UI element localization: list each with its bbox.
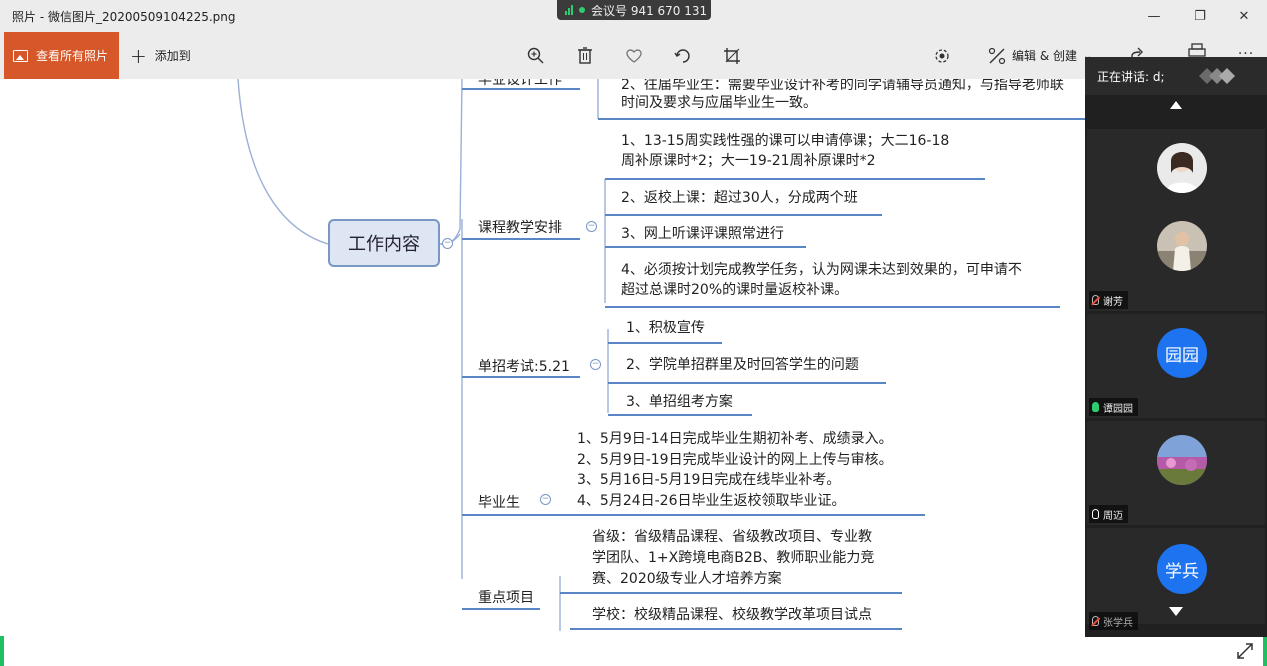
leaf-grad-4[interactable]: 4、5月24日-26日毕业生返校领取毕业证。 — [577, 492, 846, 510]
fullscreen-expand-button[interactable] — [1234, 640, 1256, 662]
branch-graduates[interactable]: 毕业生 — [478, 492, 520, 512]
avatar — [1157, 221, 1207, 271]
enhance-button[interactable] — [930, 44, 954, 68]
signal-icon — [565, 5, 573, 15]
branch-course-teaching[interactable]: 课程教学安排 — [478, 217, 562, 237]
restore-icon: ❐ — [1194, 8, 1206, 24]
speaking-indicator: 正在讲话: d; — [1085, 57, 1267, 95]
restore-button[interactable]: ❐ — [1177, 0, 1223, 32]
participant-label: 周迈 — [1089, 505, 1128, 523]
microphone-icon — [1092, 509, 1099, 519]
meeting-id-bar[interactable]: 会议号 941 670 131 — [557, 0, 711, 20]
collapse-course-icon[interactable]: − — [586, 221, 597, 232]
zoom-in-icon — [527, 47, 544, 64]
participant-tile[interactable]: 谢芳 — [1087, 207, 1265, 311]
minimize-button[interactable]: — — [1131, 0, 1177, 32]
edit-icon — [988, 47, 1006, 64]
delete-icon — [578, 47, 592, 64]
leaf-exam-3[interactable]: 3、单招组考方案 — [626, 393, 733, 411]
participant-name: 周迈 — [1103, 510, 1123, 522]
recording-dot-icon — [579, 7, 585, 13]
minimize-icon: — — [1147, 8, 1161, 24]
leaf-proj-1a[interactable]: 省级：省级精品课程、省级教改项目、专业教 — [592, 528, 872, 546]
leaf-proj-1c[interactable]: 赛、2020级专业人才培养方案 — [592, 570, 782, 588]
leaf-course-4a[interactable]: 4、必须按计划完成教学任务，认为网课未达到效果的，可申请不 — [621, 261, 1022, 279]
add-to-button[interactable]: + 添加到 — [130, 32, 191, 79]
avatar — [1157, 143, 1207, 193]
edit-create-button[interactable]: 编辑 & 创建 ⌄ — [988, 32, 1092, 79]
branch-graduation-design[interactable]: 毕业设计工作 — [478, 79, 562, 89]
add-to-label: 添加到 — [154, 49, 191, 63]
expand-icon — [1237, 643, 1253, 659]
leaf-top-1[interactable]: 2、往届毕业生：需要毕业设计补考的同学请辅导员通知，与指导老师联 — [621, 79, 1064, 94]
leaf-course-1b[interactable]: 周补原课时*2；大一19-21周补原课时*2 — [621, 152, 876, 170]
leaf-top-2[interactable]: 时间及要求与应届毕业生一致。 — [621, 94, 817, 112]
leaf-course-1a[interactable]: 1、13-15周实践性强的课可以申请停课；大二16-18 — [621, 132, 949, 150]
crop-icon — [724, 48, 740, 64]
zoom-in-button[interactable] — [524, 44, 548, 68]
scroll-down-button[interactable] — [1085, 597, 1267, 625]
print-icon — [1188, 43, 1206, 57]
view-all-photos-label: 查看所有照片 — [36, 49, 109, 63]
rotate-icon — [674, 49, 690, 63]
collapse-exam-icon[interactable]: − — [590, 359, 601, 370]
participant-label: 谢芳 — [1089, 291, 1128, 309]
share-border-right — [1263, 636, 1267, 666]
avatar: 学兵 — [1157, 544, 1207, 594]
participant-label: 谭园园 — [1089, 398, 1138, 416]
branch-key-projects[interactable]: 重点项目 — [478, 587, 534, 607]
speaker-waves-icon — [1199, 68, 1235, 84]
meeting-participants-panel: 正在讲话: d; 张兰 谢芳 园园 谭园园 — [1085, 57, 1267, 637]
leaf-proj-1b[interactable]: 学团队、1+X跨境电商B2B、教师职业能力竞 — [592, 549, 874, 567]
collapse-central-icon[interactable]: − — [442, 238, 453, 249]
leaf-grad-3[interactable]: 3、5月16日-5月19日完成在线毕业补考。 — [577, 471, 840, 489]
leaf-course-2[interactable]: 2、返校上课：超过30人，分成两个班 — [621, 189, 858, 207]
close-icon: ✕ — [1238, 8, 1250, 24]
avatar: 园园 — [1157, 328, 1207, 378]
leaf-course-3[interactable]: 3、网上听课评课照常进行 — [621, 225, 784, 243]
scroll-up-icon[interactable] — [1170, 101, 1182, 109]
share-border-left — [0, 636, 4, 666]
title-bar: 照片 - 微信图片_20200509104225.png 会议号 941 670… — [0, 0, 1267, 32]
enhance-icon — [935, 49, 949, 63]
branch-single-exam[interactable]: 单招考试:5.21 — [478, 356, 570, 376]
microphone-muted-icon — [1092, 295, 1099, 305]
heart-icon — [626, 49, 642, 63]
participant-name: 谭园园 — [1103, 403, 1133, 415]
leaf-proj-2[interactable]: 学校：校级精品课程、校级教学改革项目试点 — [592, 606, 872, 624]
speaking-text: 正在讲话: d; — [1097, 70, 1165, 84]
plus-icon: + — [130, 43, 147, 68]
edit-create-label: 编辑 & 创建 — [1012, 49, 1077, 63]
microphone-active-icon — [1092, 402, 1099, 412]
participant-name: 谢芳 — [1103, 296, 1123, 308]
leaf-course-4b[interactable]: 超过总课时20%的课时量返校补课。 — [621, 281, 848, 299]
delete-button[interactable] — [573, 44, 597, 68]
collapse-graduates-icon[interactable]: − — [540, 494, 551, 505]
leaf-exam-1[interactable]: 1、积极宣传 — [626, 319, 705, 337]
leaf-exam-2[interactable]: 2、学院单招群里及时回答学生的问题 — [626, 356, 859, 374]
chevron-down-icon — [1169, 606, 1183, 616]
rotate-button[interactable] — [671, 44, 695, 68]
window-title: 照片 - 微信图片_20200509104225.png — [12, 10, 236, 24]
leaf-grad-1[interactable]: 1、5月9日-14日完成毕业生期初补考、成绩录入。 — [577, 430, 893, 448]
participant-tile[interactable]: 周迈 — [1087, 421, 1265, 525]
central-topic[interactable]: 工作内容 — [328, 219, 440, 267]
leaf-grad-2[interactable]: 2、5月9日-19日完成毕业设计的网上上传与审核。 — [577, 451, 893, 469]
avatar — [1157, 435, 1207, 485]
participant-tile[interactable]: 园园 谭园园 — [1087, 314, 1265, 418]
view-all-photos-button[interactable]: 查看所有照片 — [4, 32, 119, 79]
meeting-id-text: 会议号 941 670 131 — [591, 3, 708, 18]
photo-toolbar: 查看所有照片 + 添加到 编辑 & 创建 ⌄ ··· — [0, 32, 1267, 79]
close-button[interactable]: ✕ — [1221, 0, 1267, 32]
photo-icon — [13, 49, 28, 62]
crop-button[interactable] — [720, 44, 744, 68]
favorite-button[interactable] — [622, 44, 646, 68]
mindmap-canvas[interactable]: 工作内容 − 毕业设计工作 2、往届毕业生：需要毕业设计补考的同学请辅导员通知，… — [0, 79, 1085, 666]
